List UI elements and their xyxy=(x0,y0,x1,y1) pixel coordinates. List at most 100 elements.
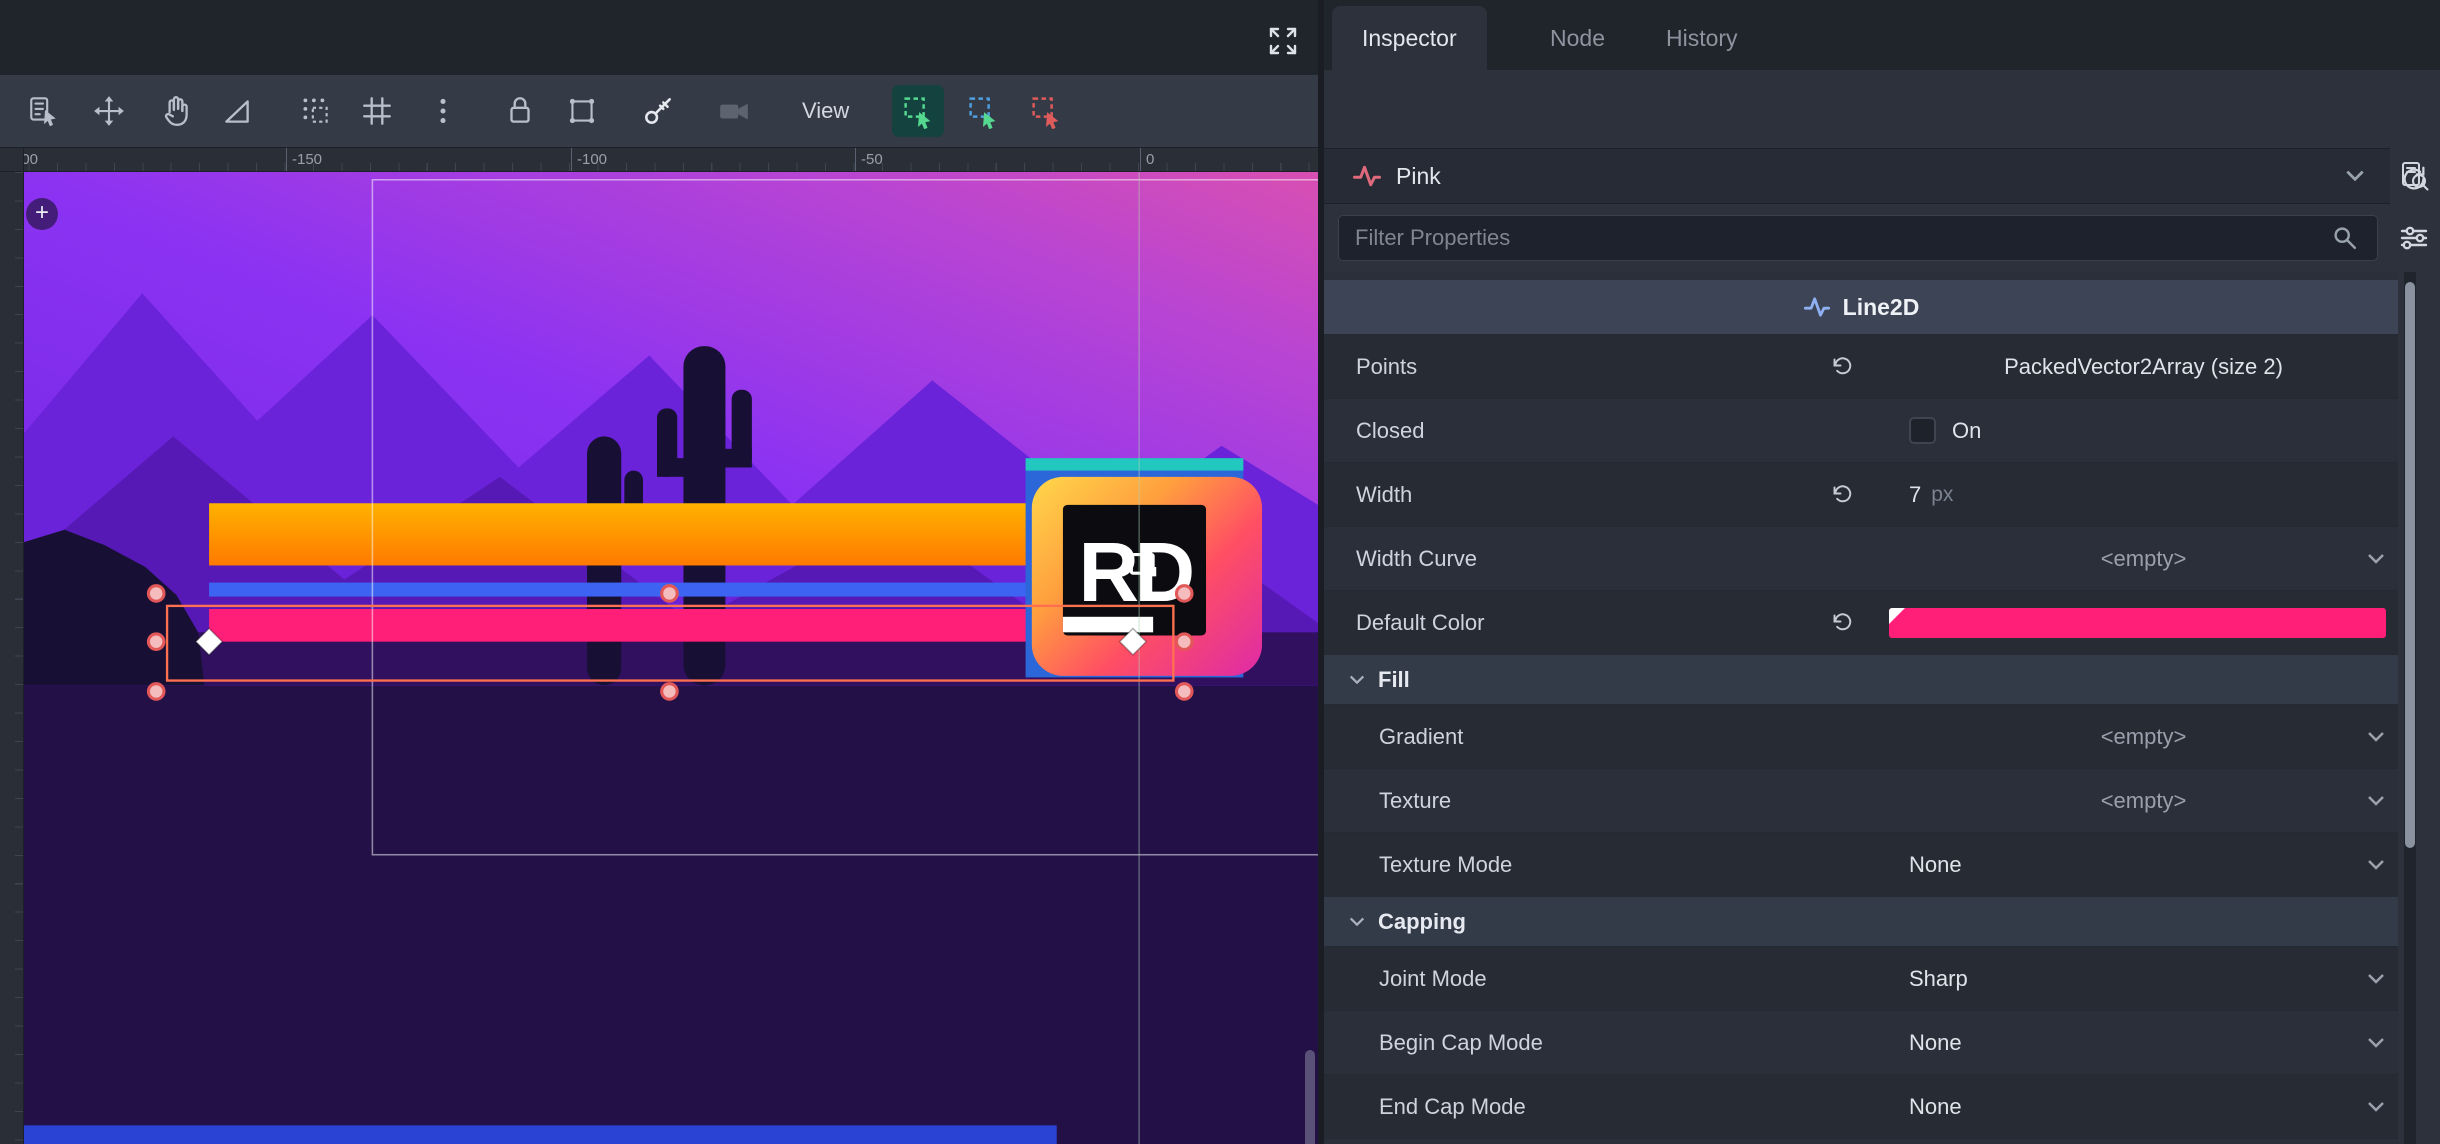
default-color-swatch[interactable] xyxy=(1889,608,2386,638)
selection-handle[interactable] xyxy=(148,634,164,650)
revert-icon[interactable] xyxy=(1829,482,1855,508)
orange-bar xyxy=(209,503,1133,565)
width-spinbox[interactable]: 7 px xyxy=(1889,463,2398,526)
chevron-down-icon xyxy=(2366,552,2386,566)
inspector-scrollbar-track[interactable] xyxy=(2404,272,2416,1144)
chevron-down-icon xyxy=(2366,1100,2386,1114)
ruler-tick xyxy=(286,148,287,171)
revert-icon[interactable] xyxy=(1829,354,1855,380)
toggle-select-red-icon[interactable] xyxy=(1020,85,1072,137)
section-collapse-icon xyxy=(1348,673,1366,687)
zoom-plus-button[interactable]: + xyxy=(26,198,58,230)
lock-icon[interactable] xyxy=(498,89,542,133)
property-row-width-curve: Width Curve <empty> xyxy=(1324,526,2398,590)
points-value[interactable]: PackedVector2Array (size 2) xyxy=(1889,335,2398,398)
end-cap-mode-dropdown[interactable]: None xyxy=(1889,1075,2398,1138)
search-icon xyxy=(2330,223,2360,253)
ruler-corner xyxy=(0,148,24,172)
move-mode-icon[interactable] xyxy=(87,89,131,133)
viewport-vertical-scrollbar[interactable] xyxy=(1305,1050,1315,1144)
unit-label: px xyxy=(1931,483,1953,507)
width-curve-dropdown[interactable]: <empty> xyxy=(1889,527,2398,590)
ruler-tick xyxy=(1140,148,1141,171)
view-menu-button[interactable]: View xyxy=(788,89,863,133)
toggle-select-green-icon[interactable] xyxy=(892,85,944,137)
chevron-down-icon xyxy=(2366,858,2386,872)
section-capping[interactable]: Capping xyxy=(1324,896,2398,946)
section-collapse-icon xyxy=(1348,915,1366,929)
scale-mode-icon[interactable] xyxy=(215,89,259,133)
filter-properties-input[interactable] xyxy=(1338,215,2378,261)
inspector-dock: Inspector Node History xyxy=(1324,0,2440,1144)
selection-handle[interactable] xyxy=(148,586,164,602)
dock-tabbar: Inspector Node History xyxy=(1324,0,2440,70)
property-row-sharp-limit: Sharp Limit xyxy=(1324,1138,2398,1144)
property-label: Width xyxy=(1356,482,1412,508)
property-label: Joint Mode xyxy=(1379,966,1487,992)
property-tools-icon[interactable] xyxy=(2394,218,2434,258)
edited-object-name: Pink xyxy=(1396,163,1441,190)
gradient-dropdown[interactable]: <empty> xyxy=(1889,705,2398,768)
2d-viewport: View -200 -150 -100 xyxy=(0,0,1318,1144)
selection-handle[interactable] xyxy=(662,684,678,700)
revert-icon[interactable] xyxy=(1829,610,1855,636)
logo-teal-strip xyxy=(1026,458,1244,470)
texture-dropdown[interactable]: <empty> xyxy=(1889,769,2398,832)
camera-preview-icon[interactable] xyxy=(712,89,756,133)
selection-handle[interactable] xyxy=(1176,684,1192,700)
property-row-texture-mode: Texture Mode None xyxy=(1324,832,2398,896)
snap-options-icon[interactable] xyxy=(421,89,465,133)
line2d-class-icon xyxy=(1803,296,1831,318)
expand-viewport-icon[interactable] xyxy=(1264,22,1302,60)
selection-handle[interactable] xyxy=(662,586,678,602)
ruler-tick xyxy=(855,148,856,171)
toggle-select-blue-icon[interactable] xyxy=(957,85,1009,137)
chevron-down-icon xyxy=(2366,972,2386,986)
selection-handle[interactable] xyxy=(1176,586,1192,602)
inspector-toolbar xyxy=(1324,70,2440,148)
line2d-node-icon xyxy=(1352,163,1382,189)
property-label: Texture xyxy=(1379,788,1451,814)
smart-snap-icon[interactable] xyxy=(294,89,338,133)
inspector-properties: Line2D Points PackedVector2Array (size 2… xyxy=(1324,272,2398,1144)
select-mode-icon[interactable] xyxy=(22,89,66,133)
horizontal-ruler[interactable]: -200 -150 -100 -50 0 xyxy=(0,148,1318,172)
property-row-points: Points PackedVector2Array (size 2) xyxy=(1324,334,2398,398)
tab-history[interactable]: History xyxy=(1636,6,1768,70)
tab-node[interactable]: Node xyxy=(1520,6,1635,70)
property-row-closed: Closed On xyxy=(1324,398,2398,462)
scene-canvas[interactable]: + xyxy=(24,172,1318,1144)
grid-snap-icon[interactable] xyxy=(355,89,399,133)
edited-object-selector[interactable]: Pink xyxy=(1324,148,2390,204)
ruler-label: -100 xyxy=(577,151,607,168)
ruler-label: -150 xyxy=(292,151,322,168)
category-label: Line2D xyxy=(1843,294,1920,321)
property-row-joint-mode: Joint Mode Sharp xyxy=(1324,946,2398,1010)
selection-handle[interactable] xyxy=(148,684,164,700)
property-row-end-cap-mode: End Cap Mode None xyxy=(1324,1074,2398,1138)
search-help-doc-icon[interactable] xyxy=(2394,156,2434,196)
scene[interactable]: RD xyxy=(24,172,1318,1144)
begin-cap-mode-dropdown[interactable]: None xyxy=(1889,1011,2398,1074)
scene-ground-dark xyxy=(24,685,1318,1144)
ruler-minor-ticks xyxy=(15,172,23,1144)
pan-mode-icon[interactable] xyxy=(154,89,198,133)
ruler-tick xyxy=(571,148,572,171)
category-line2d: Line2D xyxy=(1324,280,2398,334)
selection-handle[interactable] xyxy=(1176,634,1192,650)
inspector-scrollbar-thumb[interactable] xyxy=(2405,282,2415,848)
ruler-minor-ticks xyxy=(0,163,1318,171)
pink-line2d[interactable] xyxy=(209,609,1133,642)
viewport-top-strip xyxy=(0,0,1318,75)
property-row-default-color: Default Color xyxy=(1324,590,2398,654)
vertical-ruler[interactable] xyxy=(0,172,24,1144)
tab-inspector[interactable]: Inspector xyxy=(1332,6,1487,70)
ruler-label: -50 xyxy=(861,151,883,168)
group-icon[interactable] xyxy=(560,89,604,133)
closed-checkbox[interactable] xyxy=(1909,417,1936,444)
joint-mode-dropdown[interactable]: Sharp xyxy=(1889,947,2398,1010)
chevron-down-icon xyxy=(2344,168,2366,184)
insert-key-icon[interactable] xyxy=(636,89,680,133)
section-fill[interactable]: Fill xyxy=(1324,654,2398,704)
texture-mode-dropdown[interactable]: None xyxy=(1889,833,2398,896)
